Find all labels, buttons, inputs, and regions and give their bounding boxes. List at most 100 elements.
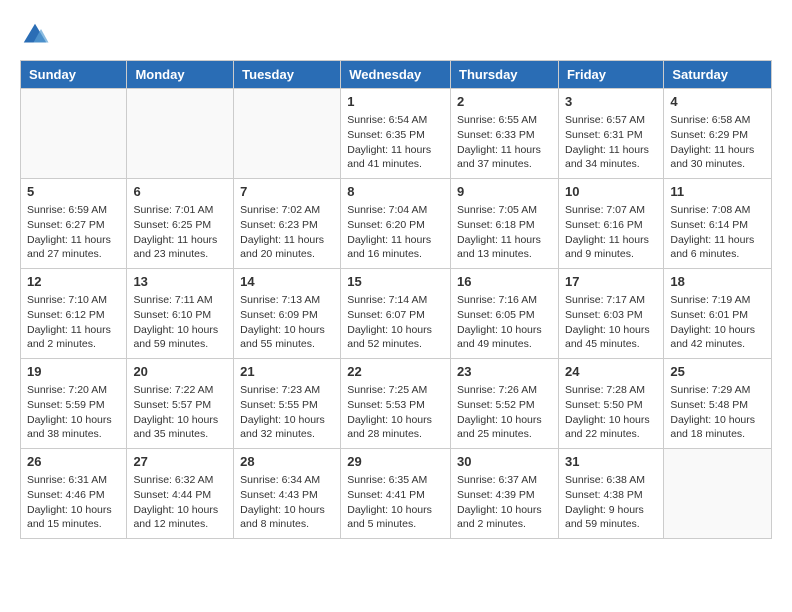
day-number: 4 — [670, 93, 765, 111]
calendar-week-5: 26 Sunrise: 6:31 AMSunset: 4:46 PMDayligh… — [21, 449, 772, 539]
day-number: 31 — [565, 453, 657, 471]
calendar-cell: 7 Sunrise: 7:02 AMSunset: 6:23 PMDaylight… — [234, 179, 341, 269]
calendar-cell: 6Sunrise: 7:01 AMSunset: 6:25 PMDaylight… — [127, 179, 234, 269]
day-info: Sunrise: 7:14 AMSunset: 6:07 PMDaylight:… — [347, 293, 444, 352]
day-number: 24 — [565, 363, 657, 381]
calendar-cell: 27 Sunrise: 6:32 AMSunset: 4:44 PMDayligh… — [127, 449, 234, 539]
day-number: 19 — [27, 363, 120, 381]
day-info: Sunrise: 6:55 AMSunset: 6:33 PMDaylight:… — [457, 113, 552, 172]
calendar-cell: 14 Sunrise: 7:13 AMSunset: 6:09 PMDayligh… — [234, 269, 341, 359]
day-number: 5 — [27, 183, 120, 201]
day-number: 18 — [670, 273, 765, 291]
day-info: Sunrise: 7:10 AMSunset: 6:12 PMDaylight:… — [27, 293, 120, 352]
day-number: 28 — [240, 453, 334, 471]
day-number: 2 — [457, 93, 552, 111]
day-info: Sunrise: 7:19 AMSunset: 6:01 PMDaylight:… — [670, 293, 765, 352]
day-number: 7 — [240, 183, 334, 201]
calendar-cell: 1 Sunrise: 6:54 AMSunset: 6:35 PMDaylight… — [341, 89, 451, 179]
calendar-cell: 22 Sunrise: 7:25 AMSunset: 5:53 PMDayligh… — [341, 359, 451, 449]
day-of-week-friday: Friday — [558, 61, 663, 89]
day-number: 3 — [565, 93, 657, 111]
day-number: 6 — [133, 183, 227, 201]
calendar-cell: 26 Sunrise: 6:31 AMSunset: 4:46 PMDayligh… — [21, 449, 127, 539]
day-info: Sunrise: 7:17 AMSunset: 6:03 PMDaylight:… — [565, 293, 657, 352]
calendar-cell: 9 Sunrise: 7:05 AMSunset: 6:18 PMDaylight… — [451, 179, 559, 269]
logo-icon — [20, 20, 50, 50]
calendar-cell: 20 Sunrise: 7:22 AMSunset: 5:57 PMDayligh… — [127, 359, 234, 449]
calendar-cell: 25 Sunrise: 7:29 AMSunset: 5:48 PMDayligh… — [664, 359, 772, 449]
day-info: Sunrise: 7:02 AMSunset: 6:23 PMDaylight:… — [240, 203, 334, 262]
calendar-cell — [664, 449, 772, 539]
day-number: 22 — [347, 363, 444, 381]
day-info: Sunrise: 7:08 AMSunset: 6:14 PMDaylight:… — [670, 203, 765, 262]
calendar-cell: 3 Sunrise: 6:57 AMSunset: 6:31 PMDaylight… — [558, 89, 663, 179]
day-number: 16 — [457, 273, 552, 291]
calendar-week-2: 5 Sunrise: 6:59 AMSunset: 6:27 PMDaylight… — [21, 179, 772, 269]
day-number: 25 — [670, 363, 765, 381]
calendar-cell: 19 Sunrise: 7:20 AMSunset: 5:59 PMDayligh… — [21, 359, 127, 449]
calendar-cell: 15Sunrise: 7:14 AMSunset: 6:07 PMDayligh… — [341, 269, 451, 359]
day-info: Sunrise: 7:04 AMSunset: 6:20 PMDaylight:… — [347, 203, 444, 262]
day-of-week-monday: Monday — [127, 61, 234, 89]
day-info: Sunrise: 6:54 AMSunset: 6:35 PMDaylight:… — [347, 113, 444, 172]
calendar-cell: 4 Sunrise: 6:58 AMSunset: 6:29 PMDaylight… — [664, 89, 772, 179]
calendar-cell: 28 Sunrise: 6:34 AMSunset: 4:43 PMDayligh… — [234, 449, 341, 539]
day-info: Sunrise: 7:29 AMSunset: 5:48 PMDaylight:… — [670, 383, 765, 442]
day-info: Sunrise: 6:59 AMSunset: 6:27 PMDaylight:… — [27, 203, 120, 262]
day-info: Sunrise: 6:57 AMSunset: 6:31 PMDaylight:… — [565, 113, 657, 172]
day-info: Sunrise: 6:32 AMSunset: 4:44 PMDaylight:… — [133, 473, 227, 532]
day-info: Sunrise: 7:22 AMSunset: 5:57 PMDaylight:… — [133, 383, 227, 442]
calendar-cell: 21 Sunrise: 7:23 AMSunset: 5:55 PMDayligh… — [234, 359, 341, 449]
day-info: Sunrise: 6:38 AMSunset: 4:38 PMDaylight:… — [565, 473, 657, 532]
calendar-cell: 17 Sunrise: 7:17 AMSunset: 6:03 PMDayligh… — [558, 269, 663, 359]
day-number: 14 — [240, 273, 334, 291]
day-number: 8 — [347, 183, 444, 201]
day-of-week-wednesday: Wednesday — [341, 61, 451, 89]
calendar-week-3: 12 Sunrise: 7:10 AMSunset: 6:12 PMDayligh… — [21, 269, 772, 359]
day-info: Sunrise: 6:37 AMSunset: 4:39 PMDaylight:… — [457, 473, 552, 532]
day-info: Sunrise: 7:23 AMSunset: 5:55 PMDaylight:… — [240, 383, 334, 442]
calendar-cell: 24Sunrise: 7:28 AMSunset: 5:50 PMDayligh… — [558, 359, 663, 449]
day-number: 23 — [457, 363, 552, 381]
calendar-cell: 30Sunrise: 6:37 AMSunset: 4:39 PMDayligh… — [451, 449, 559, 539]
day-number: 12 — [27, 273, 120, 291]
day-info: Sunrise: 6:35 AMSunset: 4:41 PMDaylight:… — [347, 473, 444, 532]
calendar-cell: 12 Sunrise: 7:10 AMSunset: 6:12 PMDayligh… — [21, 269, 127, 359]
day-number: 17 — [565, 273, 657, 291]
day-number: 13 — [133, 273, 227, 291]
calendar-cell: 18 Sunrise: 7:19 AMSunset: 6:01 PMDayligh… — [664, 269, 772, 359]
day-info: Sunrise: 7:16 AMSunset: 6:05 PMDaylight:… — [457, 293, 552, 352]
calendar-cell: 16 Sunrise: 7:16 AMSunset: 6:05 PMDayligh… — [451, 269, 559, 359]
calendar-cell — [21, 89, 127, 179]
day-number: 26 — [27, 453, 120, 471]
day-info: Sunrise: 6:34 AMSunset: 4:43 PMDaylight:… — [240, 473, 334, 532]
calendar-cell: 29Sunrise: 6:35 AMSunset: 4:41 PMDayligh… — [341, 449, 451, 539]
day-info: Sunrise: 7:20 AMSunset: 5:59 PMDaylight:… — [27, 383, 120, 442]
day-of-week-saturday: Saturday — [664, 61, 772, 89]
day-number: 20 — [133, 363, 227, 381]
day-info: Sunrise: 7:11 AMSunset: 6:10 PMDaylight:… — [133, 293, 227, 352]
day-number: 21 — [240, 363, 334, 381]
day-of-week-tuesday: Tuesday — [234, 61, 341, 89]
calendar-cell: 5 Sunrise: 6:59 AMSunset: 6:27 PMDaylight… — [21, 179, 127, 269]
day-number: 9 — [457, 183, 552, 201]
day-number: 10 — [565, 183, 657, 201]
day-info: Sunrise: 6:58 AMSunset: 6:29 PMDaylight:… — [670, 113, 765, 172]
calendar-cell: 23 Sunrise: 7:26 AMSunset: 5:52 PMDayligh… — [451, 359, 559, 449]
day-number: 11 — [670, 183, 765, 201]
calendar-week-1: 1 Sunrise: 6:54 AMSunset: 6:35 PMDaylight… — [21, 89, 772, 179]
day-info: Sunrise: 7:25 AMSunset: 5:53 PMDaylight:… — [347, 383, 444, 442]
day-info: Sunrise: 7:05 AMSunset: 6:18 PMDaylight:… — [457, 203, 552, 262]
day-info: Sunrise: 7:13 AMSunset: 6:09 PMDaylight:… — [240, 293, 334, 352]
day-info: Sunrise: 6:31 AMSunset: 4:46 PMDaylight:… — [27, 473, 120, 532]
day-info: Sunrise: 7:07 AMSunset: 6:16 PMDaylight:… — [565, 203, 657, 262]
calendar-table: SundayMondayTuesdayWednesdayThursdayFrid… — [20, 60, 772, 539]
day-of-week-thursday: Thursday — [451, 61, 559, 89]
day-number: 1 — [347, 93, 444, 111]
day-number: 27 — [133, 453, 227, 471]
calendar-cell — [234, 89, 341, 179]
calendar-cell: 2 Sunrise: 6:55 AMSunset: 6:33 PMDaylight… — [451, 89, 559, 179]
calendar-cell: 11 Sunrise: 7:08 AMSunset: 6:14 PMDayligh… — [664, 179, 772, 269]
day-info: Sunrise: 7:26 AMSunset: 5:52 PMDaylight:… — [457, 383, 552, 442]
calendar-cell: 13 Sunrise: 7:11 AMSunset: 6:10 PMDayligh… — [127, 269, 234, 359]
